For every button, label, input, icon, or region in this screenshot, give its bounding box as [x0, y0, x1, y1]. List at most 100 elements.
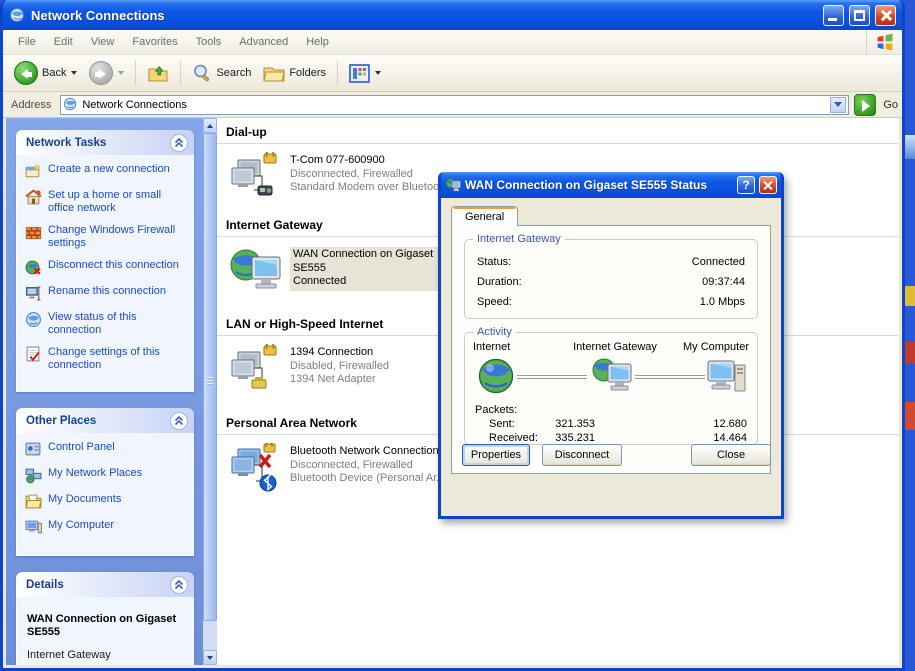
- menu-help[interactable]: Help: [297, 32, 338, 52]
- menu-bar: File Edit View Favorites Tools Advanced …: [3, 30, 902, 55]
- other-places-header[interactable]: Other Places: [16, 408, 194, 433]
- details-connection-name: WAN Connection on Gigaset SE555: [27, 613, 185, 639]
- menu-advanced[interactable]: Advanced: [230, 32, 297, 52]
- views-button[interactable]: [344, 62, 386, 85]
- go-arrow-icon: [862, 100, 870, 112]
- dialog-titlebar[interactable]: WAN Connection on Gigaset SE555 Status ?: [441, 172, 781, 198]
- connection-status: Disconnected, Firewalled: [290, 168, 448, 182]
- tab-general[interactable]: General: [451, 206, 518, 226]
- folders-label: Folders: [289, 67, 326, 79]
- new-connection-icon: [25, 163, 42, 180]
- task-disconnect-connection[interactable]: Disconnect this connection: [25, 259, 187, 276]
- received-computer-value: 14.464: [595, 431, 757, 445]
- help-icon: ?: [742, 178, 749, 192]
- menu-tools[interactable]: Tools: [187, 32, 231, 52]
- sent-computer-value: 12.680: [595, 417, 757, 431]
- wan-status-dialog: WAN Connection on Gigaset SE555 Status ?…: [438, 172, 784, 519]
- taskpane-scrollbar[interactable]: [203, 118, 217, 665]
- network-connections-icon: [9, 7, 26, 24]
- received-label: Received:: [465, 431, 535, 445]
- toolbar-separator: [135, 60, 136, 86]
- task-setup-home-network[interactable]: Set up a home or small office network: [25, 189, 187, 215]
- dialup-connection-icon: [228, 152, 286, 206]
- go-button[interactable]: [854, 94, 876, 116]
- connection-status: Disconnected, Firewalled: [290, 459, 445, 473]
- go-label: Go: [883, 99, 898, 111]
- close-dialog-button[interactable]: Close: [691, 444, 771, 466]
- internet-gateway-group: Internet Gateway Status: Connected Durat…: [464, 239, 758, 319]
- menu-view[interactable]: View: [82, 32, 124, 52]
- details-type: Internet Gateway: [27, 649, 185, 662]
- other-places-panel: Other Places Control Panel: [16, 408, 194, 556]
- connection-device: Standard Modem over Bluetoo...: [290, 181, 448, 195]
- task-label: Rename this connection: [48, 285, 166, 298]
- network-tasks-body: Create a new connection Set up a home or…: [16, 155, 194, 392]
- views-icon: [349, 64, 370, 83]
- task-change-settings[interactable]: Change settings of this connection: [25, 346, 187, 372]
- maximize-button[interactable]: [849, 5, 870, 26]
- connection-name: WAN Connection on Gigaset SE555: [293, 248, 451, 275]
- link-my-documents[interactable]: My Documents: [25, 493, 187, 510]
- back-dropdown-icon: [71, 71, 77, 75]
- menu-favorites[interactable]: Favorites: [123, 32, 186, 52]
- collapse-chevron-icon[interactable]: [170, 134, 188, 152]
- scroll-up-button[interactable]: [203, 118, 217, 133]
- window-titlebar[interactable]: Network Connections: [3, 0, 902, 30]
- address-label: Address: [7, 99, 55, 111]
- address-folder-icon: [63, 97, 78, 112]
- scrollbar-thumb[interactable]: [203, 133, 217, 621]
- close-button[interactable]: [875, 5, 896, 26]
- forward-button[interactable]: [84, 59, 129, 87]
- desktop-icon-fragment: [905, 135, 915, 159]
- task-change-firewall-settings[interactable]: Change Windows Firewall settings: [25, 224, 187, 250]
- activity-group: Activity Internet Internet Gateway My Co…: [464, 332, 758, 445]
- link-line: [517, 375, 587, 379]
- dialog-help-button[interactable]: ?: [737, 176, 755, 194]
- connection-name: 1394 Connection: [290, 346, 389, 360]
- dialog-close-button[interactable]: [759, 176, 777, 194]
- toolbar: Back Search Folders: [3, 55, 902, 92]
- toolbar-separator: [180, 60, 181, 86]
- other-places-body: Control Panel My Network Places My Docum…: [16, 433, 194, 556]
- task-create-new-connection[interactable]: Create a new connection: [25, 163, 187, 180]
- home-network-icon: [25, 189, 42, 206]
- collapse-chevron-icon[interactable]: [170, 412, 188, 430]
- disconnect-button[interactable]: Disconnect: [542, 444, 622, 466]
- chevron-up-icon: [207, 124, 213, 128]
- link-my-network-places[interactable]: My Network Places: [25, 467, 187, 484]
- menu-file[interactable]: File: [9, 32, 45, 52]
- task-view-status[interactable]: View status of this connection: [25, 311, 187, 337]
- address-input[interactable]: Network Connections: [60, 95, 849, 115]
- packets-row: Packets:: [465, 403, 757, 417]
- change-settings-icon: [25, 346, 42, 363]
- connection-name: Bluetooth Network Connection: [290, 445, 445, 459]
- up-folder-icon: [147, 63, 169, 83]
- task-label: Set up a home or small office network: [48, 189, 187, 215]
- internet-gateway-icon: [228, 245, 286, 299]
- status-value: Connected: [692, 256, 745, 268]
- up-button[interactable]: [142, 61, 174, 85]
- task-rename-connection[interactable]: Rename this connection: [25, 285, 187, 302]
- address-dropdown-button[interactable]: [830, 97, 846, 113]
- task-label: Create a new connection: [48, 163, 170, 176]
- minimize-button[interactable]: [823, 5, 844, 26]
- search-button[interactable]: Search: [187, 61, 256, 85]
- menu-edit[interactable]: Edit: [45, 32, 82, 52]
- network-tasks-title: Network Tasks: [26, 137, 106, 149]
- properties-button[interactable]: Properties: [462, 444, 530, 466]
- link-my-computer[interactable]: My Computer: [25, 519, 187, 536]
- details-header[interactable]: Details: [16, 572, 194, 597]
- back-button[interactable]: Back: [9, 59, 82, 87]
- desktop-icon-fragment: [905, 286, 915, 306]
- link-control-panel[interactable]: Control Panel: [25, 441, 187, 458]
- desktop-edge: [905, 0, 915, 671]
- my-computer-icon: [25, 519, 42, 536]
- forward-dropdown-icon: [118, 71, 124, 75]
- collapse-chevron-icon[interactable]: [170, 576, 188, 594]
- my-network-places-icon: [25, 467, 42, 484]
- network-tasks-header[interactable]: Network Tasks: [16, 130, 194, 155]
- received-row: Received: 335.231 14.464: [465, 431, 757, 445]
- scroll-down-button[interactable]: [203, 650, 217, 665]
- section-header-dialup: Dial-up: [217, 121, 899, 144]
- folders-button[interactable]: Folders: [258, 62, 331, 84]
